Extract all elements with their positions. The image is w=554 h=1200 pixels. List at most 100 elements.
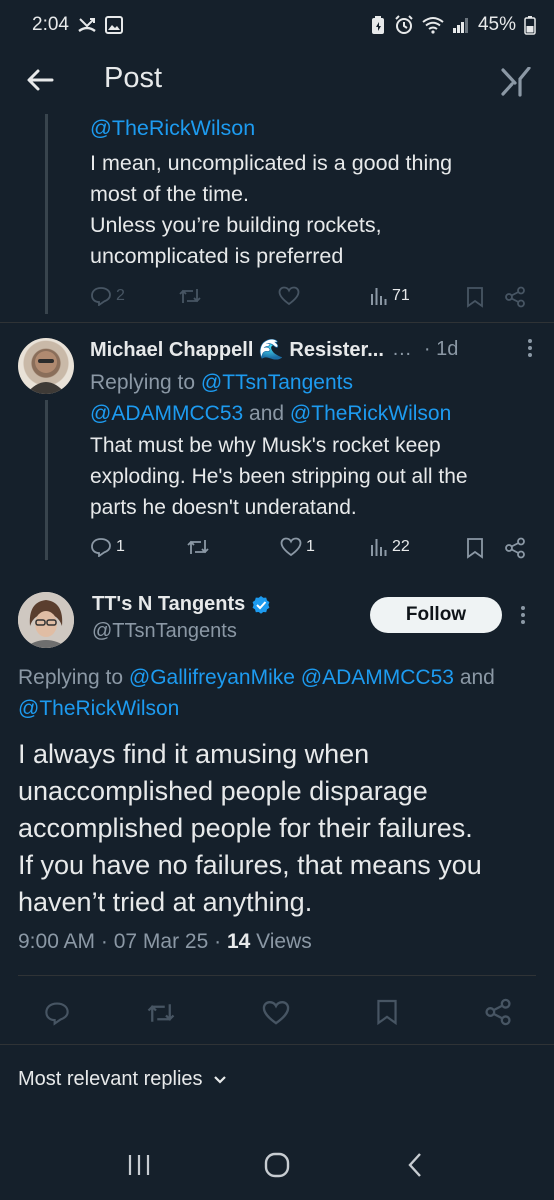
main-tweet-text: I always find it amusing when unaccompli… [18, 736, 548, 921]
chevron-left-icon [408, 1153, 421, 1177]
share-icon [485, 998, 511, 1026]
replying-to: Replying to @GallifreyanMike @ADAMMCC53 … [18, 662, 554, 724]
reply-button[interactable]: 1 [90, 537, 125, 557]
reply-button[interactable]: 2 [90, 286, 125, 306]
author-name[interactable]: TT's N Tangents [92, 593, 245, 616]
views-count: 14 [226, 930, 251, 953]
like-icon [278, 286, 300, 306]
battery-icon [524, 15, 536, 35]
thread-connector [45, 400, 48, 560]
share-button[interactable] [504, 537, 526, 559]
retweet-icon [147, 1004, 175, 1022]
like-button[interactable] [278, 286, 300, 306]
avatar[interactable] [18, 338, 74, 394]
reply-icon [45, 1002, 69, 1026]
home-button[interactable] [247, 1140, 307, 1190]
views-button[interactable]: 22 [370, 537, 410, 557]
share-icon [505, 537, 525, 559]
like-icon [262, 1001, 290, 1025]
tweet-line: I always find it amusing when [18, 739, 370, 769]
tweet-line: unaccomplished people disparage [18, 776, 428, 806]
more-icon [528, 339, 532, 357]
reply-button[interactable] [44, 1000, 70, 1026]
retweet-icon [187, 540, 209, 554]
author-handle[interactable]: @TTsnTangents [92, 620, 237, 643]
bookmark-icon [377, 999, 397, 1026]
views-icon [371, 539, 387, 556]
retweet-button[interactable] [178, 286, 202, 306]
mention-link[interactable]: @ADAMMCC53 [301, 666, 454, 689]
replying-to: Replying to @TTsnTangents @ADAMMCC53 and… [90, 367, 451, 429]
bookmark-button[interactable] [466, 286, 484, 308]
recents-button[interactable] [109, 1140, 169, 1190]
grok-button[interactable] [498, 64, 534, 100]
replies-sort-label: Most relevant replies [18, 1068, 203, 1090]
divider [0, 1044, 554, 1045]
post-time: · 1d [423, 338, 459, 360]
like-button[interactable]: 1 [280, 537, 315, 557]
tweet-line: most of the time. [90, 182, 249, 206]
like-button[interactable] [262, 1000, 290, 1026]
recents-icon [128, 1155, 150, 1175]
mention-link[interactable]: @GallifreyanMike [129, 666, 295, 689]
thread-connector [45, 114, 48, 314]
tweet-line: accomplished people for their failures. [18, 813, 473, 843]
battery-saver-icon [370, 15, 386, 35]
views-count: 22 [392, 538, 410, 555]
mention-link[interactable]: @TheRickWilson [290, 402, 451, 425]
views-button[interactable]: 71 [370, 286, 410, 306]
reply-icon [91, 287, 111, 306]
bookmark-icon [467, 538, 483, 559]
tweet-text: That must be why Musk's rocket keep expl… [90, 430, 545, 523]
retweet-icon [179, 289, 201, 303]
share-button[interactable] [504, 286, 526, 308]
mention-link[interactable]: @TTsnTangents [201, 371, 353, 394]
replying-and: and [459, 666, 495, 689]
reply-mention[interactable]: @TheRickWilson [90, 113, 255, 144]
more-icon [521, 606, 525, 624]
mention-link[interactable]: @ADAMMCC53 [90, 402, 243, 425]
retweet-button[interactable] [146, 1000, 176, 1026]
tweet-line: exploding. He's been stripping out all t… [90, 465, 468, 488]
battery-percent: 45% [477, 14, 516, 35]
mention-link[interactable]: @TheRickWilson [18, 697, 179, 720]
more-button[interactable] [513, 603, 533, 627]
tweet-meta: 9:00 AM · 07 Mar 25 · 14 Views [18, 930, 312, 954]
avatar[interactable] [18, 592, 74, 648]
author-name-row[interactable]: Michael Chappell 🌊 Resister... … · 1d [90, 337, 458, 362]
retweet-button[interactable] [186, 537, 210, 557]
author-name-row[interactable]: TT's N Tangents [92, 593, 271, 616]
verified-icon [252, 595, 270, 614]
share-icon [505, 286, 525, 308]
back-nav-button[interactable] [385, 1140, 445, 1190]
status-time: 2:04 [32, 14, 69, 35]
replies-sort-dropdown[interactable]: Most relevant replies [18, 1068, 227, 1091]
tweet-line: parts he doesn't underatand. [90, 496, 357, 519]
bookmark-button[interactable] [376, 998, 398, 1026]
signal-icon [452, 16, 470, 34]
follow-button[interactable]: Follow [370, 597, 502, 633]
views-label: Views [256, 930, 312, 953]
like-count: 1 [306, 538, 315, 555]
back-button[interactable] [24, 64, 56, 96]
divider [0, 322, 554, 323]
tweet-line: If you have no failures, that means you [18, 850, 482, 880]
wifi-icon [422, 16, 444, 34]
back-arrow-icon [27, 69, 54, 91]
share-button[interactable] [484, 998, 512, 1026]
like-icon [280, 537, 302, 557]
bookmark-icon [467, 287, 483, 308]
views-count: 71 [392, 287, 410, 304]
alarm-icon [394, 15, 414, 35]
tweet-line: haven’t tried at anything. [18, 887, 313, 917]
missed-call-icon [77, 16, 97, 34]
author-name[interactable]: Michael Chappell 🌊 Resister... [90, 337, 384, 362]
gallery-icon [104, 16, 123, 34]
bookmark-button[interactable] [466, 537, 484, 559]
tweet-line: That must be why Musk's rocket keep [90, 434, 441, 457]
reply-icon [91, 538, 111, 557]
more-button[interactable] [520, 336, 540, 360]
home-icon [264, 1152, 290, 1178]
top-app-bar: Post [0, 50, 554, 114]
tweet-line: Unless you’re building rockets, [90, 213, 382, 237]
